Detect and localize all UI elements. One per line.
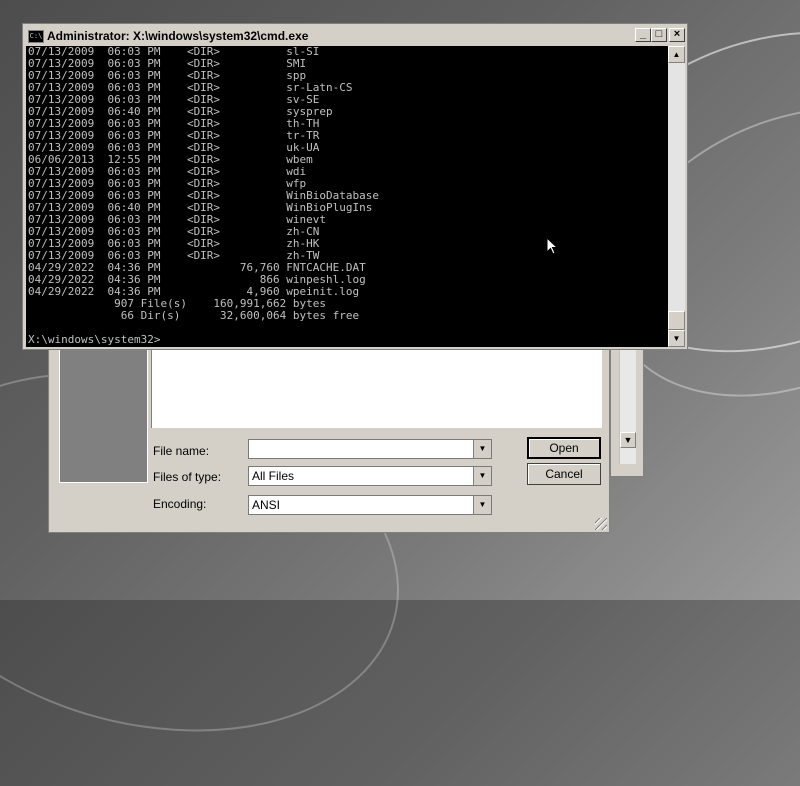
maximize-button[interactable]: □	[651, 28, 667, 42]
background-window: ▼	[610, 345, 644, 477]
file-list[interactable]	[151, 346, 602, 428]
console-icon: C:\	[28, 30, 44, 43]
open-button[interactable]: Open	[527, 437, 601, 459]
encoding-label: Encoding:	[153, 497, 207, 511]
mouse-pointer-icon	[546, 237, 558, 255]
file-type-select[interactable]: All Files ▼	[248, 466, 492, 486]
chevron-down-icon[interactable]: ▼	[473, 440, 491, 458]
file-name-combobox[interactable]: ▼	[248, 439, 492, 459]
chevron-down-icon[interactable]: ▼	[473, 496, 491, 514]
encoding-value: ANSI	[252, 498, 281, 512]
resize-grip[interactable]	[595, 518, 607, 530]
console-scrollbar[interactable]: ▲ ▼	[668, 46, 685, 347]
console-output[interactable]: 07/13/2009 06:03 PM <DIR> sl-SI 07/13/200…	[26, 46, 668, 347]
cmd-window: C:\ Administrator: X:\windows\system32\c…	[22, 23, 688, 350]
title-bar[interactable]: C:\ Administrator: X:\windows\system32\c…	[25, 26, 685, 46]
console-line: 66 Dir(s) 32,600,064 bytes free	[28, 309, 360, 322]
chevron-down-icon[interactable]: ▼	[473, 467, 491, 485]
scroll-up-icon[interactable]: ▲	[668, 46, 685, 63]
close-button[interactable]: ×	[669, 28, 685, 42]
scroll-down-icon[interactable]: ▼	[620, 432, 636, 448]
file-name-label: File name:	[153, 444, 210, 458]
file-type-label: Files of type:	[153, 470, 222, 484]
open-file-dialog: File name: ▼ Files of type: All Files ▼ …	[48, 345, 610, 533]
encoding-select[interactable]: ANSI ▼	[248, 495, 492, 515]
window-title: Administrator: X:\windows\system32\cmd.e…	[47, 29, 309, 43]
places-bar	[59, 346, 148, 483]
console-line: X:\windows\system32>	[28, 333, 161, 346]
scroll-down-icon[interactable]: ▼	[668, 330, 685, 347]
file-type-value: All Files	[252, 469, 295, 483]
minimize-button[interactable]: _	[635, 28, 651, 42]
background-window-scrollbar[interactable]: ▼	[619, 346, 636, 464]
scroll-thumb[interactable]	[668, 311, 685, 330]
cancel-button[interactable]: Cancel	[527, 463, 601, 485]
